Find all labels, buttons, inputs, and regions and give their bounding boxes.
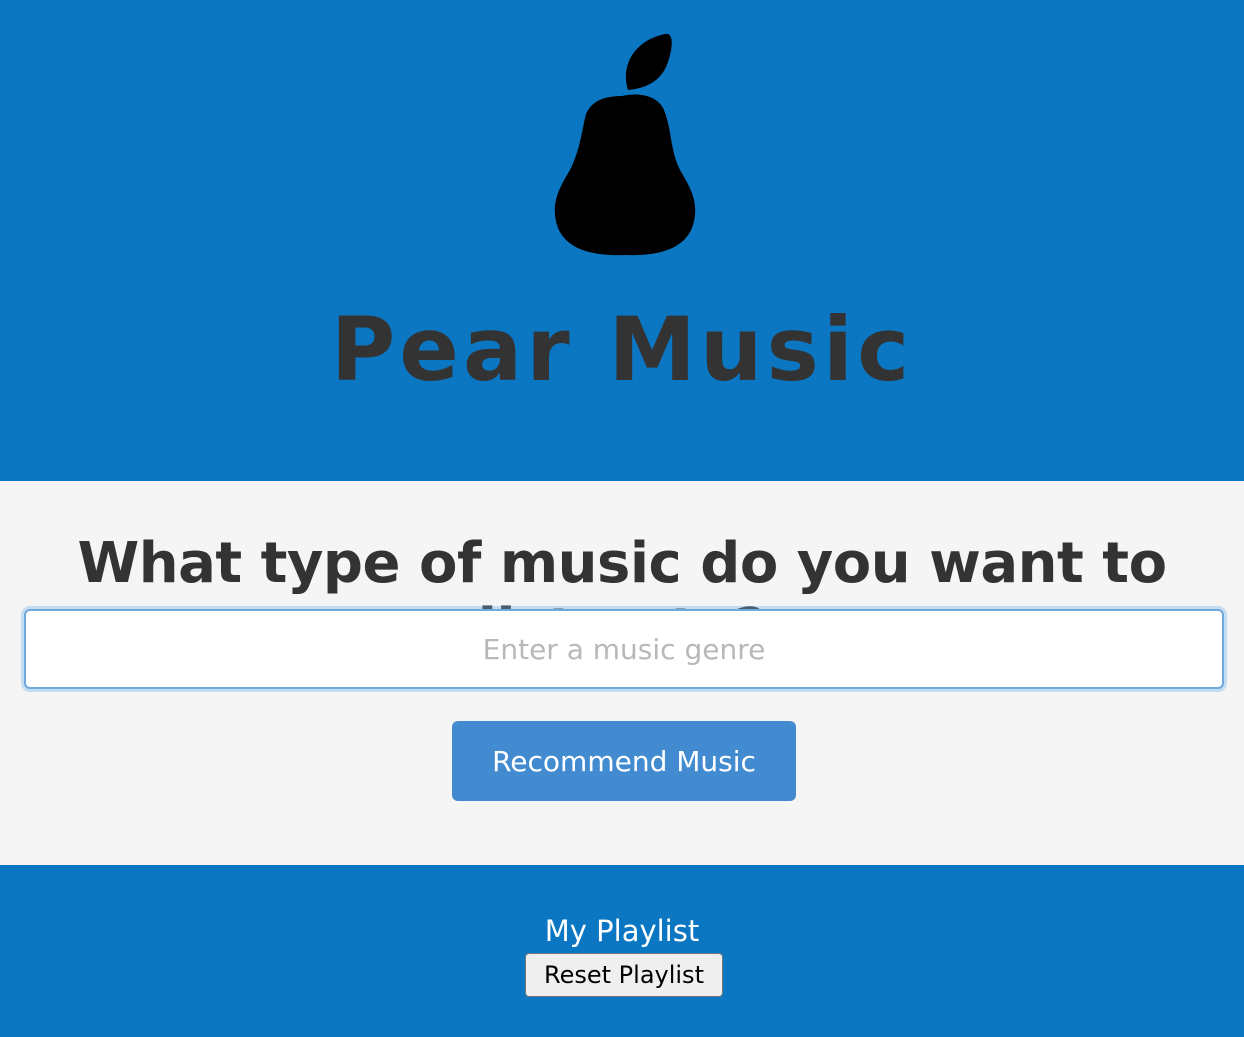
app-title: Pear Music bbox=[330, 298, 914, 401]
recommend-music-button[interactable]: Recommend Music bbox=[452, 721, 796, 801]
reset-playlist-button[interactable]: Reset Playlist bbox=[525, 953, 723, 997]
header: Pear Music bbox=[0, 0, 1244, 481]
footer: My Playlist Reset Playlist bbox=[0, 865, 1244, 1037]
page: Pear Music What type of music do you wan… bbox=[0, 0, 1244, 1037]
main-section: What type of music do you want to listen… bbox=[0, 481, 1244, 865]
playlist-title: My Playlist bbox=[544, 914, 700, 948]
genre-input[interactable] bbox=[24, 609, 1224, 689]
pear-icon bbox=[554, 33, 696, 256]
